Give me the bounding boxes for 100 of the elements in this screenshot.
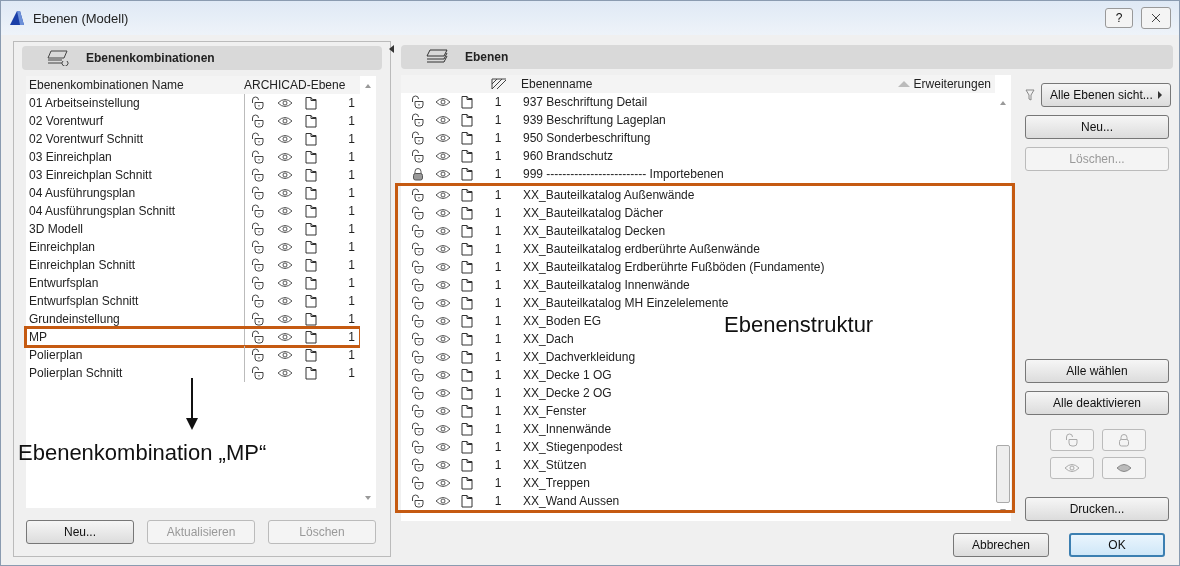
eye-icon[interactable] (435, 151, 451, 161)
open-lock-icon[interactable] (251, 114, 265, 128)
layer-name[interactable]: XX_Bauteilkatalog Dächer (517, 206, 664, 220)
collapse-icon[interactable] (389, 45, 394, 53)
eye-icon[interactable] (435, 226, 451, 236)
open-lock-icon[interactable] (411, 476, 425, 490)
eye-icon[interactable] (277, 134, 293, 144)
layer-name[interactable]: 950 Sonderbeschriftung (517, 131, 651, 145)
eye-icon[interactable] (435, 133, 451, 143)
layer-page-icon[interactable] (461, 113, 473, 127)
eye-icon[interactable] (277, 98, 293, 108)
combination-row[interactable]: Polierplan Schnitt 1 (26, 364, 360, 382)
layer-page-icon[interactable] (461, 476, 473, 490)
eye-icon[interactable] (277, 242, 293, 252)
layer-button[interactable]: Neu... (1025, 115, 1169, 139)
open-lock-icon[interactable] (411, 368, 425, 382)
layer-page-icon[interactable] (461, 131, 473, 145)
open-lock-icon[interactable] (411, 95, 425, 109)
layer-page-icon[interactable] (305, 366, 317, 380)
combination-row[interactable]: 01 Arbeitseinstellung 1 (26, 94, 360, 112)
eye-icon[interactable] (435, 424, 451, 434)
eye-icon[interactable] (277, 116, 293, 126)
open-lock-icon[interactable] (411, 131, 425, 145)
print-button[interactable]: Drucken... (1025, 497, 1169, 521)
layer-page-icon[interactable] (305, 330, 317, 344)
layer-page-icon[interactable] (305, 294, 317, 308)
layer-name[interactable]: XX_Boden EG (517, 314, 602, 328)
layer-page-icon[interactable] (461, 149, 473, 163)
eye-icon[interactable] (435, 496, 451, 506)
open-lock-icon[interactable] (411, 350, 425, 364)
layer-page-icon[interactable] (461, 422, 473, 436)
open-lock-icon[interactable] (251, 222, 265, 236)
combination-row[interactable]: 03 Einreichplan Schnitt 1 (26, 166, 360, 184)
layer-name[interactable]: 939 Beschriftung Lageplan (517, 113, 666, 127)
combination-row[interactable]: 3D Modell 1 (26, 220, 360, 238)
open-lock-icon[interactable] (251, 258, 265, 272)
eye-icon[interactable] (435, 460, 451, 470)
open-lock-icon[interactable] (411, 422, 425, 436)
eye-icon[interactable] (435, 316, 451, 326)
selection-button[interactable]: Alle deaktivieren (1025, 391, 1169, 415)
layer-page-icon[interactable] (461, 167, 473, 181)
eye-icon[interactable] (435, 280, 451, 290)
layer-name[interactable]: 937 Beschriftung Detail (517, 95, 648, 109)
layer-name[interactable]: XX_Bauteilkatalog erdberührte Außenwände (517, 242, 760, 256)
eye-icon[interactable] (435, 406, 451, 416)
open-lock-icon[interactable] (251, 330, 265, 344)
eye-icon[interactable] (277, 368, 293, 378)
eye-icon[interactable] (435, 208, 451, 218)
layer-name[interactable]: XX_Dachverkleidung (517, 350, 636, 364)
eye-icon[interactable] (435, 442, 451, 452)
open-lock-icon[interactable] (411, 278, 425, 292)
layer-name[interactable]: XX_Stiegenpodest (517, 440, 623, 454)
open-lock-icon[interactable] (251, 348, 265, 362)
open-lock-icon[interactable] (251, 294, 265, 308)
eye-icon[interactable] (435, 334, 451, 344)
eye-icon[interactable] (277, 188, 293, 198)
combination-row[interactable]: 04 Ausführungsplan 1 (26, 184, 360, 202)
layer-page-icon[interactable] (461, 404, 473, 418)
open-lock-icon[interactable] (251, 204, 265, 218)
layer-page-icon[interactable] (461, 332, 473, 346)
combination-button[interactable]: Neu... (26, 520, 134, 544)
open-lock-icon[interactable] (411, 224, 425, 238)
layer-page-icon[interactable] (461, 242, 473, 256)
open-lock-icon[interactable] (411, 206, 425, 220)
eye-icon[interactable] (277, 224, 293, 234)
layer-page-icon[interactable] (305, 348, 317, 362)
layer-page-icon[interactable] (461, 368, 473, 382)
eye-icon[interactable] (277, 296, 293, 306)
layer-page-icon[interactable] (461, 260, 473, 274)
layer-page-icon[interactable] (305, 240, 317, 254)
eye-icon[interactable] (435, 115, 451, 125)
combination-row[interactable]: Einreichplan Schnitt 1 (26, 256, 360, 274)
layer-name[interactable]: XX_Stützen (517, 458, 587, 472)
combination-row[interactable]: 02 Vorentwurf Schnitt 1 (26, 130, 360, 148)
eye-icon[interactable] (435, 298, 451, 308)
layer-page-icon[interactable] (305, 222, 317, 236)
layer-page-icon[interactable] (461, 95, 473, 109)
dialog-button[interactable]: OK (1069, 533, 1165, 557)
combination-row[interactable]: Einreichplan 1 (26, 238, 360, 256)
open-lock-icon[interactable] (411, 458, 425, 472)
layer-name[interactable]: XX_Bauteilkatalog Außenwände (517, 188, 695, 202)
open-lock-icon[interactable] (411, 494, 425, 508)
layer-name[interactable]: XX_Wand Aussen (517, 494, 620, 508)
open-lock-icon[interactable] (411, 296, 425, 310)
open-lock-icon[interactable] (411, 260, 425, 274)
combination-row[interactable]: 04 Ausführungsplan Schnitt 1 (26, 202, 360, 220)
eye-icon[interactable] (277, 170, 293, 180)
eye-icon[interactable] (435, 370, 451, 380)
eye-icon[interactable] (277, 206, 293, 216)
layer-name[interactable]: XX_Bauteilkatalog Decken (517, 224, 666, 238)
layer-page-icon[interactable] (461, 494, 473, 508)
open-lock-icon[interactable] (251, 132, 265, 146)
dialog-button[interactable]: Abbrechen (953, 533, 1049, 557)
help-button[interactable]: ? (1105, 8, 1133, 28)
layer-name[interactable]: XX_Fenster (517, 404, 587, 418)
eye-icon[interactable] (435, 97, 451, 107)
open-lock-icon[interactable] (411, 332, 425, 346)
open-lock-icon[interactable] (411, 242, 425, 256)
close-button[interactable] (1141, 7, 1171, 29)
open-lock-icon[interactable] (251, 96, 265, 110)
